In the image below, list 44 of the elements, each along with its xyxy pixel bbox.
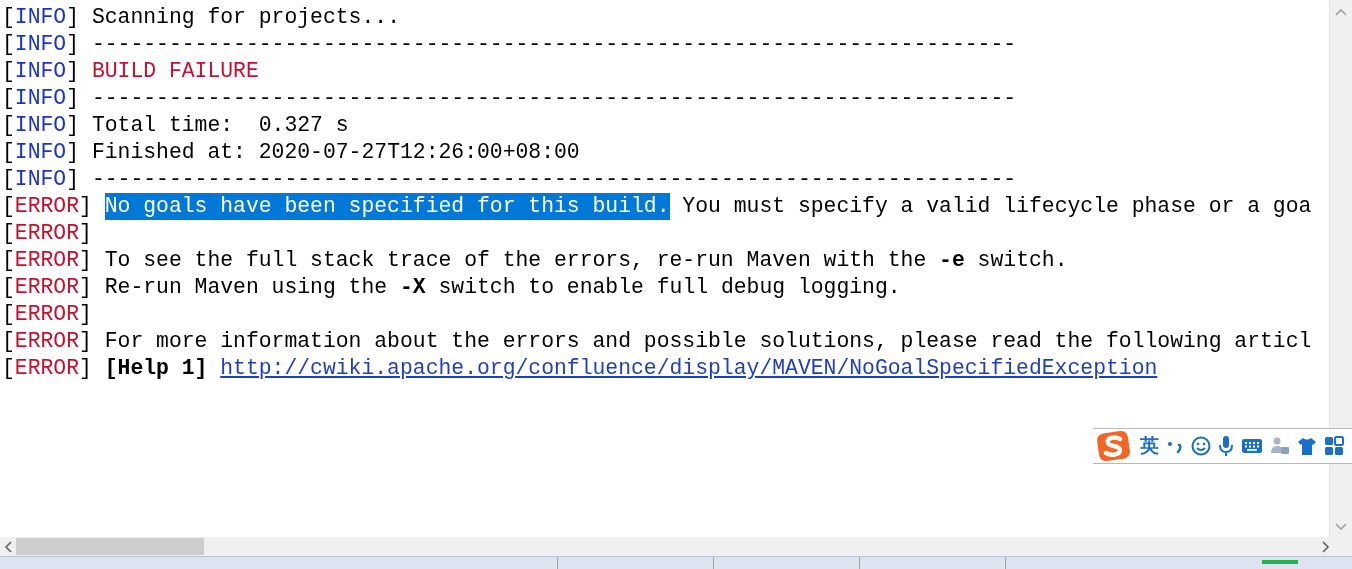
user-icon[interactable] — [1270, 436, 1290, 456]
log-message: Re-run Maven using the — [104, 274, 389, 301]
selected-text: No goals have been specified for this build. — [104, 193, 670, 220]
scroll-right-icon[interactable] — [1322, 540, 1330, 553]
log-level: [ERROR] — [2, 247, 92, 274]
keyboard-icon[interactable] — [1241, 438, 1263, 454]
log-message: ------------------------------------------------------------------------ — [91, 31, 1017, 58]
log-level: [ERROR] — [2, 193, 92, 220]
log-level: [INFO] — [2, 112, 80, 139]
log-level: [INFO] — [2, 166, 80, 193]
log-message: [Help 1] — [104, 355, 208, 382]
log-level: [INFO] — [2, 85, 80, 112]
log-level: [INFO] — [2, 58, 80, 85]
log-message: Finished at: 2020-07-27T12:26:00+08:00 — [91, 139, 580, 166]
log-message: -X — [399, 274, 426, 301]
log-message: Scanning for projects... — [91, 4, 400, 31]
build-failure-text: BUILD FAILURE — [91, 58, 259, 85]
smiley-icon[interactable] — [1191, 436, 1211, 456]
log-level: [INFO] — [2, 31, 80, 58]
log-message: switch. — [976, 247, 1068, 274]
log-level: [ERROR] — [2, 355, 92, 382]
log-message: -e — [939, 247, 965, 274]
log-message: switch to enable full debug logging. — [437, 274, 901, 301]
log-message: You must specify a valid lifecycle phase or a goa — [681, 193, 1312, 220]
scroll-left-icon[interactable] — [4, 540, 12, 553]
log-level: [INFO] — [2, 4, 80, 31]
log-level: [INFO] — [2, 139, 80, 166]
log-message: ------------------------------------------------------------------------ — [91, 166, 1017, 193]
log-message: For more information about the errors and possible solutions, please read the following articl — [104, 328, 1312, 355]
log-message: Total time: 0.327 s — [91, 112, 349, 139]
language-toggle[interactable]: 英 — [1140, 433, 1159, 459]
logo-icon[interactable] — [1097, 429, 1131, 463]
grid-icon[interactable] — [1324, 436, 1344, 456]
shirt-icon[interactable] — [1297, 436, 1317, 456]
help-link[interactable]: http://cwiki.apache.org/confluence/display/MAVEN/NoGoalSpecifiedException — [220, 355, 1158, 382]
log-level: [ERROR] — [2, 274, 92, 301]
log-level: [ERROR] — [2, 328, 92, 355]
log-message: ------------------------------------------------------------------------ — [91, 85, 1017, 112]
log-message: To see the full stack trace of the errors, re-run Maven with the — [104, 247, 928, 274]
microphone-icon[interactable] — [1218, 435, 1234, 457]
log-level: [ERROR] — [2, 220, 92, 247]
horizontal-scrollbar[interactable] — [0, 537, 1352, 556]
log-level: [ERROR] — [2, 301, 92, 328]
scrollbar-thumb[interactable] — [16, 538, 204, 555]
